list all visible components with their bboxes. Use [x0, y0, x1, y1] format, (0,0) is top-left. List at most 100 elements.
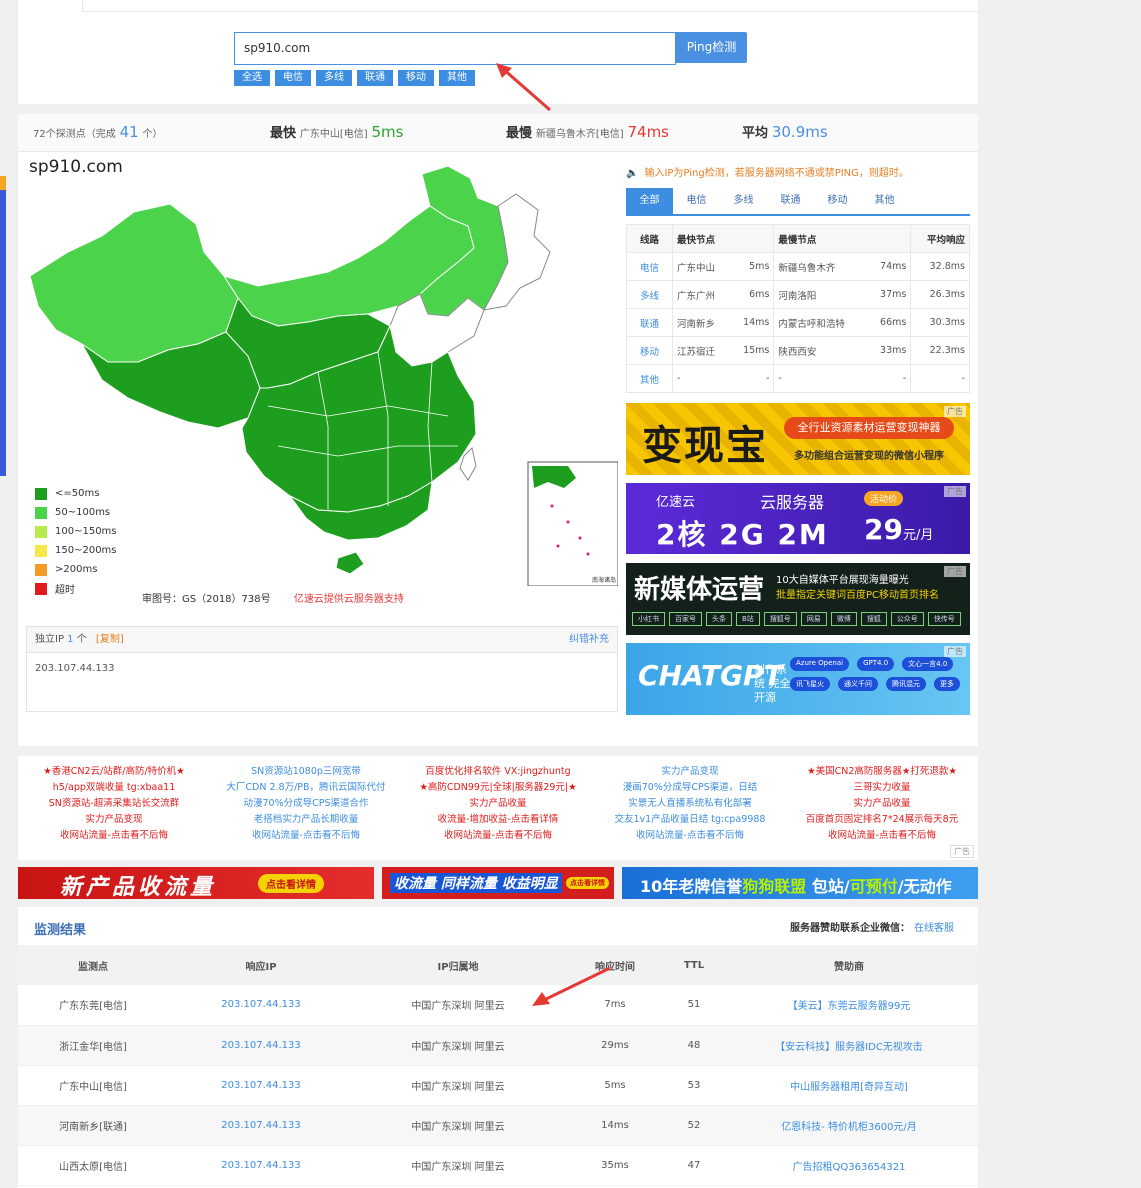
map-approval-number: 审图号：GS（2018）738号 [142, 594, 271, 605]
unique-ip-count: 1 [67, 634, 74, 645]
side-float-panel[interactable] [0, 176, 6, 476]
ad-banner-new-media[interactable]: 广告 新媒体运营 10大自媒体平台展现海量曝光 批量指定关键词百度PC移动首页排… [626, 563, 970, 635]
slowest-node: 新疆乌鲁木齐[电信] [535, 129, 624, 140]
map-legend: <=50ms 50~100ms 100~150ms 150~200ms >200… [35, 484, 117, 598]
node-name: 广东东莞[电信] [18, 985, 168, 1026]
legend-swatch [35, 506, 47, 519]
ad-link[interactable]: 收流量-增加收益-点击看详情 [402, 812, 594, 828]
ad-link[interactable]: ★高防CDN99元|全球|服务器29元|★ [402, 780, 594, 796]
ad-link[interactable]: SN资源站-超清采集站长交流群 [18, 796, 210, 812]
legend-swatch [35, 544, 47, 557]
table-row: 广东东莞[电信] 203.107.44.133 中国广东深圳 阿里云 7ms 5… [18, 985, 978, 1026]
ad-link[interactable]: 收网站流量-点击看不后悔 [18, 828, 210, 844]
slow-node: 新疆乌鲁木齐 [773, 252, 868, 281]
ad-link[interactable]: 动漫70%分成导CPS渠道合作 [210, 796, 402, 812]
ad-link[interactable]: 三哥实力收量 [786, 780, 978, 796]
filter-other[interactable]: 其他 [439, 70, 475, 86]
banner-button[interactable]: 点击看详情 [258, 874, 324, 893]
sponsor-link[interactable]: 中山服务器租用[奇异互动] [720, 1065, 978, 1106]
col-isp: 线路 [626, 224, 673, 253]
ad-link[interactable]: 大厂CDN 2.8万/PB，腾讯云国际代付 [210, 780, 402, 796]
isp-summary-table: 线路 最快节点 最慢节点 平均响应 电信 广东中山 5ms 新疆乌鲁木齐 74m… [626, 224, 970, 393]
ad-link[interactable]: 百度首页固定排名7*24展示每天8元 [786, 812, 978, 828]
ad-banner-chatgpt[interactable]: 广告 CHATGPT 创作系统 完全开源 Azure Openai GPT4.0… [626, 643, 970, 715]
tab-other[interactable]: 其他 [861, 188, 908, 214]
ad-link[interactable]: 实力产品收量 [402, 796, 594, 812]
table-row: 多线 广东广州 6ms 河南洛阳 37ms 26.3ms [626, 280, 970, 309]
ad-price: 29元/月 [864, 513, 933, 546]
isp-link[interactable]: 移动 [626, 336, 673, 365]
tab-mobile[interactable]: 移动 [814, 188, 861, 214]
ad-banner-bianxianbao[interactable]: 广告 变现宝 全行业资源素材运营变现神器 多功能组合运营变现的微信小程序 [626, 403, 970, 475]
response-ip-link[interactable]: 203.107.44.133 [168, 1145, 354, 1186]
ad-link[interactable]: 漫画70%分成导CPS渠道，日结 [594, 780, 786, 796]
legend-label: 100~150ms [55, 526, 117, 537]
isp-link[interactable]: 多线 [626, 280, 673, 309]
response-ip-link[interactable]: 203.107.44.133 [168, 1025, 354, 1066]
isp-link[interactable]: 联通 [626, 308, 673, 337]
sponsor-link[interactable]: 亿恩科技- 特价机柜3600元/月 [720, 1105, 978, 1146]
map-sponsor-link[interactable]: 亿速云提供云服务器支持 [294, 594, 404, 605]
response-time: 5ms [562, 1065, 668, 1106]
tab-unicom[interactable]: 联通 [767, 188, 814, 214]
probe-count-prefix: 72个探测点（完成 [33, 129, 116, 140]
ad-link[interactable]: 实景无人直播系统私有化部署 [594, 796, 786, 812]
table-row: 移动 江苏宿迁 15ms 陕西西安 33ms 22.3ms [626, 336, 970, 365]
filter-mobile[interactable]: 移动 [398, 70, 434, 86]
tab-multiline[interactable]: 多线 [720, 188, 767, 214]
ad-link[interactable]: 老搭档实力产品长期收量 [210, 812, 402, 828]
ad-link[interactable]: 实力产品变现 [594, 764, 786, 780]
ad-link[interactable]: 实力产品收量 [786, 796, 978, 812]
ad-banner-yisuyun[interactable]: 广告 亿速云 云服务器 活动价 2核 2G 2M 29元/月 [626, 483, 970, 554]
tab-all[interactable]: 全部 [626, 188, 673, 214]
banner-new-product[interactable]: 新产品收流量 点击看详情 [18, 867, 374, 899]
tab-telecom[interactable]: 电信 [673, 188, 720, 214]
ad-link[interactable]: ★香港CN2云/站群/高防/特价机★ [18, 764, 210, 780]
search-input[interactable]: sp910.com [234, 32, 676, 65]
table-row: 浙江金华[电信] 203.107.44.133 中国广东深圳 阿里云 29ms … [18, 1025, 978, 1066]
filter-all[interactable]: 全选 [234, 70, 270, 86]
copy-button[interactable]: [复制] [96, 634, 124, 645]
response-ip-link[interactable]: 203.107.44.133 [168, 1065, 354, 1106]
fast-node: 广东广州 [672, 280, 731, 309]
avg-ms: - [910, 364, 970, 393]
ad-link[interactable]: SN资源站1080p三网宽带 [210, 764, 402, 780]
ping-button[interactable]: Ping检测 [676, 32, 747, 63]
ad-link[interactable]: 收网站流量-点击看不后悔 [594, 828, 786, 844]
report-error-link[interactable]: 纠错补充 [569, 627, 609, 653]
banner-button[interactable]: 点击看详情 [566, 877, 609, 889]
banner-traffic[interactable]: 收流量 同样流量 收益明显 点击看详情 [382, 867, 614, 899]
fastest-label: 最快 [270, 126, 297, 141]
filter-multiline[interactable]: 多线 [316, 70, 352, 86]
ad-link[interactable]: ★美国CN2高防服务器★打死退款★ [786, 764, 978, 780]
ad-link[interactable]: h5/app双端收量 tg:xbaa11 [18, 780, 210, 796]
isp-link[interactable]: 电信 [626, 252, 673, 281]
col-ttl[interactable]: TTL [668, 945, 720, 985]
response-ip-link[interactable]: 203.107.44.133 [168, 985, 354, 1026]
ad-link[interactable]: 百度优化排名软件 VX:jingzhuntg [402, 764, 594, 780]
col-node[interactable]: 监测点 [18, 945, 168, 985]
banner-text: 10年老牌信誉狗狗联盟 包站/可预付/无动作 [640, 873, 952, 897]
ad-link-column: 百度优化排名软件 VX:jingzhuntg ★高防CDN99元|全球|服务器2… [402, 764, 594, 844]
sponsor-link[interactable]: 广告招租QQ363654321 [720, 1145, 978, 1186]
col-ip[interactable]: 响应IP [168, 945, 354, 985]
banner-gougou-alliance[interactable]: 10年老牌信誉狗狗联盟 包站/可预付/无动作 [622, 867, 978, 899]
sponsor-link[interactable]: 【安云科技】服务器IDC无视攻击 [720, 1025, 978, 1066]
response-ip-link[interactable]: 203.107.44.133 [168, 1105, 354, 1146]
ad-link[interactable]: 实力产品变现 [18, 812, 210, 828]
ad-link[interactable]: 收网站流量-点击看不后悔 [786, 828, 978, 844]
legend-swatch [35, 582, 47, 595]
ad-link[interactable]: 收网站流量-点击看不后悔 [210, 828, 402, 844]
legend-item-gt200: >200ms [35, 560, 117, 579]
sponsor-link[interactable]: 【美云】东莞云服务器99元 [720, 985, 978, 1026]
probe-count-done: 41 [119, 123, 139, 141]
filter-unicom[interactable]: 联通 [357, 70, 393, 86]
filter-telecom[interactable]: 电信 [275, 70, 311, 86]
ad-model: 讯飞星火 [790, 677, 830, 691]
ad-link[interactable]: 交友1v1产品收量日结 tg:cpa9988 [594, 812, 786, 828]
legend-swatch [35, 487, 47, 500]
online-service-link[interactable]: 在线客服 [914, 923, 954, 934]
ad-link[interactable]: 收网站流量-点击看不后悔 [402, 828, 594, 844]
sponsor-label: 服务器赞助联系企业微信： [790, 923, 910, 934]
isp-link[interactable]: 其他 [626, 364, 673, 393]
